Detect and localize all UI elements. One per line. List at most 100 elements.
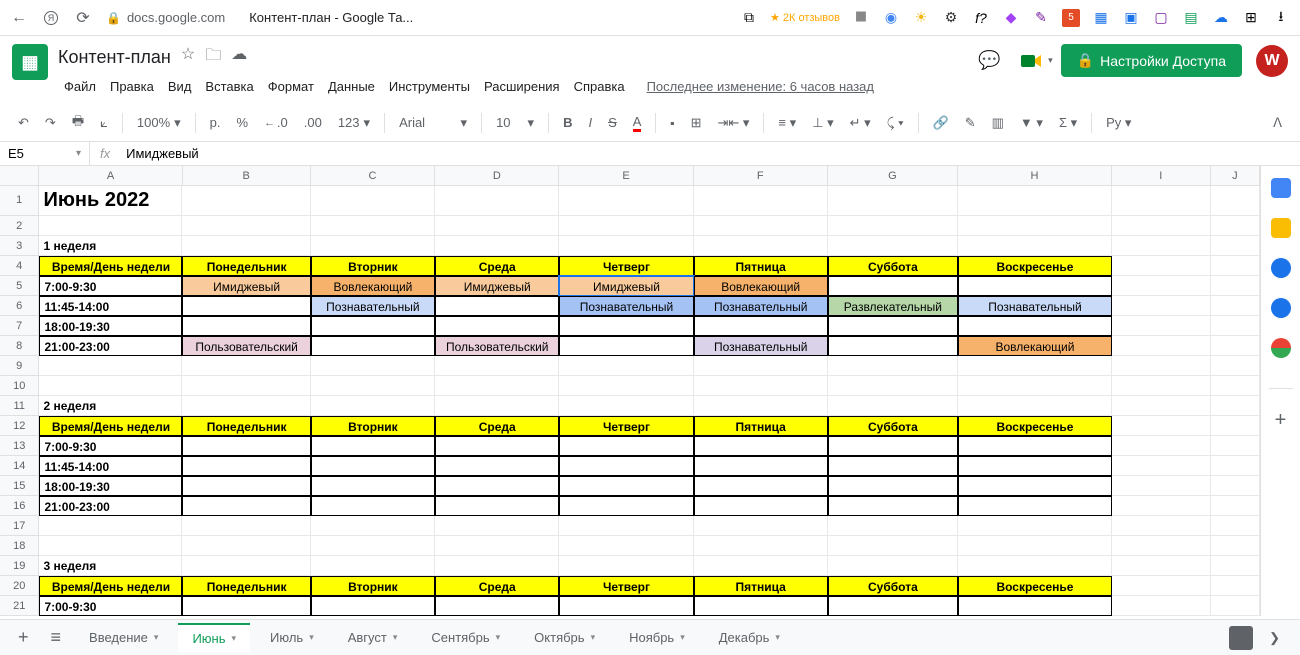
cell[interactable] bbox=[958, 556, 1112, 576]
back-icon[interactable]: ← bbox=[10, 9, 28, 27]
cell[interactable] bbox=[435, 516, 559, 536]
maps-icon[interactable] bbox=[1271, 338, 1291, 358]
cell[interactable] bbox=[694, 536, 828, 556]
cell[interactable] bbox=[958, 236, 1112, 256]
col-I[interactable]: I bbox=[1112, 166, 1211, 185]
redo-icon[interactable]: ↷ bbox=[39, 111, 62, 135]
cell[interactable] bbox=[694, 516, 828, 536]
cell[interactable] bbox=[559, 476, 693, 496]
cell[interactable] bbox=[311, 516, 435, 536]
cell[interactable] bbox=[182, 456, 310, 476]
cell[interactable]: Июнь 2022 bbox=[39, 186, 182, 216]
col-A[interactable]: A bbox=[39, 166, 182, 185]
cell[interactable] bbox=[559, 396, 693, 416]
cell[interactable]: Имиджевый bbox=[182, 276, 310, 296]
col-B[interactable]: B bbox=[183, 166, 311, 185]
cell[interactable] bbox=[435, 456, 559, 476]
cell[interactable] bbox=[435, 476, 559, 496]
cell[interactable] bbox=[828, 396, 958, 416]
row-header[interactable]: 16 bbox=[0, 496, 39, 516]
font-select[interactable]: Arial ▾ bbox=[393, 111, 473, 135]
cell[interactable] bbox=[828, 276, 958, 296]
cell[interactable] bbox=[559, 516, 693, 536]
row-header[interactable]: 5 bbox=[0, 276, 39, 296]
cell[interactable] bbox=[1211, 596, 1260, 616]
cell[interactable]: Развлекательный bbox=[828, 296, 958, 316]
text-color-icon[interactable]: A bbox=[627, 110, 648, 136]
cell[interactable] bbox=[559, 186, 693, 216]
cell[interactable] bbox=[694, 496, 828, 516]
chart-icon[interactable]: ▥ bbox=[986, 111, 1010, 135]
cell[interactable] bbox=[559, 596, 693, 616]
cell[interactable]: Среда bbox=[435, 576, 559, 596]
cell[interactable] bbox=[1211, 556, 1260, 576]
ext-icon-5[interactable]: ◆ bbox=[1002, 9, 1020, 27]
cell[interactable] bbox=[1112, 316, 1211, 336]
cell[interactable] bbox=[694, 596, 828, 616]
cell[interactable] bbox=[182, 596, 310, 616]
print-icon[interactable]: 🖶 bbox=[66, 108, 90, 138]
cell[interactable] bbox=[1211, 416, 1260, 436]
cell[interactable] bbox=[435, 396, 559, 416]
cell[interactable] bbox=[958, 396, 1112, 416]
cell[interactable] bbox=[1112, 456, 1211, 476]
cell[interactable] bbox=[1211, 296, 1260, 316]
zoom-select[interactable]: 100% ▾ bbox=[131, 111, 187, 135]
cell[interactable] bbox=[694, 376, 828, 396]
cell[interactable] bbox=[1112, 556, 1211, 576]
cell[interactable] bbox=[559, 316, 693, 336]
row-header[interactable]: 11 bbox=[0, 396, 39, 416]
row-header[interactable]: 12 bbox=[0, 416, 39, 436]
bookmark-icon[interactable]: ⯀ bbox=[852, 9, 870, 27]
cell[interactable] bbox=[311, 236, 435, 256]
sheet-tab-Введение[interactable]: Введение ▾ bbox=[75, 623, 172, 652]
cell[interactable] bbox=[39, 376, 182, 396]
cell[interactable] bbox=[1112, 256, 1211, 276]
cell[interactable] bbox=[182, 376, 310, 396]
contacts-icon[interactable] bbox=[1271, 298, 1291, 318]
cell[interactable]: Четверг bbox=[559, 576, 693, 596]
last-edit[interactable]: Последнее изменение: 6 часов назад bbox=[641, 75, 880, 98]
keep-icon[interactable] bbox=[1271, 218, 1291, 238]
cell[interactable] bbox=[1211, 356, 1260, 376]
cell[interactable]: Среда bbox=[435, 416, 559, 436]
numfmt-select[interactable]: 123▾ bbox=[332, 111, 376, 135]
cell[interactable] bbox=[828, 216, 958, 236]
cell[interactable] bbox=[828, 516, 958, 536]
avatar[interactable]: W bbox=[1256, 45, 1288, 77]
ext-icon-10[interactable]: ▢ bbox=[1152, 9, 1170, 27]
col-E[interactable]: E bbox=[559, 166, 693, 185]
url-box[interactable]: 🔒 docs.google.com bbox=[106, 10, 225, 25]
cell[interactable] bbox=[311, 396, 435, 416]
cell[interactable] bbox=[958, 436, 1112, 456]
cell[interactable] bbox=[311, 536, 435, 556]
currency-btn[interactable]: р. bbox=[204, 111, 227, 134]
cell[interactable] bbox=[694, 216, 828, 236]
menu-tools[interactable]: Инструменты bbox=[383, 75, 476, 98]
cell[interactable] bbox=[1211, 336, 1260, 356]
row-header[interactable]: 14 bbox=[0, 456, 39, 476]
inc-decimal-btn[interactable]: .00 bbox=[298, 111, 328, 134]
strike-icon[interactable]: S bbox=[602, 111, 623, 134]
ext-icon-11[interactable]: ▤ bbox=[1182, 9, 1200, 27]
ext-icon-12[interactable]: ☁ bbox=[1212, 9, 1230, 27]
cell[interactable] bbox=[1211, 436, 1260, 456]
cell[interactable]: 18:00-19:30 bbox=[39, 316, 182, 336]
row-header[interactable]: 6 bbox=[0, 296, 39, 316]
cell[interactable] bbox=[828, 236, 958, 256]
add-sheet-icon[interactable]: + bbox=[10, 627, 37, 648]
cell[interactable]: Четверг bbox=[559, 416, 693, 436]
cell[interactable] bbox=[958, 536, 1112, 556]
cell[interactable] bbox=[1211, 256, 1260, 276]
star-icon[interactable]: ☆ bbox=[181, 44, 195, 71]
row-header[interactable]: 18 bbox=[0, 536, 39, 556]
paint-format-icon[interactable]: ⟀ bbox=[94, 111, 114, 135]
cell[interactable] bbox=[958, 316, 1112, 336]
cell[interactable] bbox=[828, 316, 958, 336]
cell[interactable] bbox=[828, 436, 958, 456]
cell[interactable] bbox=[311, 496, 435, 516]
sheet-tab-Ноябрь[interactable]: Ноябрь ▾ bbox=[615, 623, 699, 652]
reload-icon[interactable]: ⟳ bbox=[74, 9, 92, 27]
cell[interactable] bbox=[828, 456, 958, 476]
meet-icon[interactable]: ▾ bbox=[1015, 45, 1047, 77]
